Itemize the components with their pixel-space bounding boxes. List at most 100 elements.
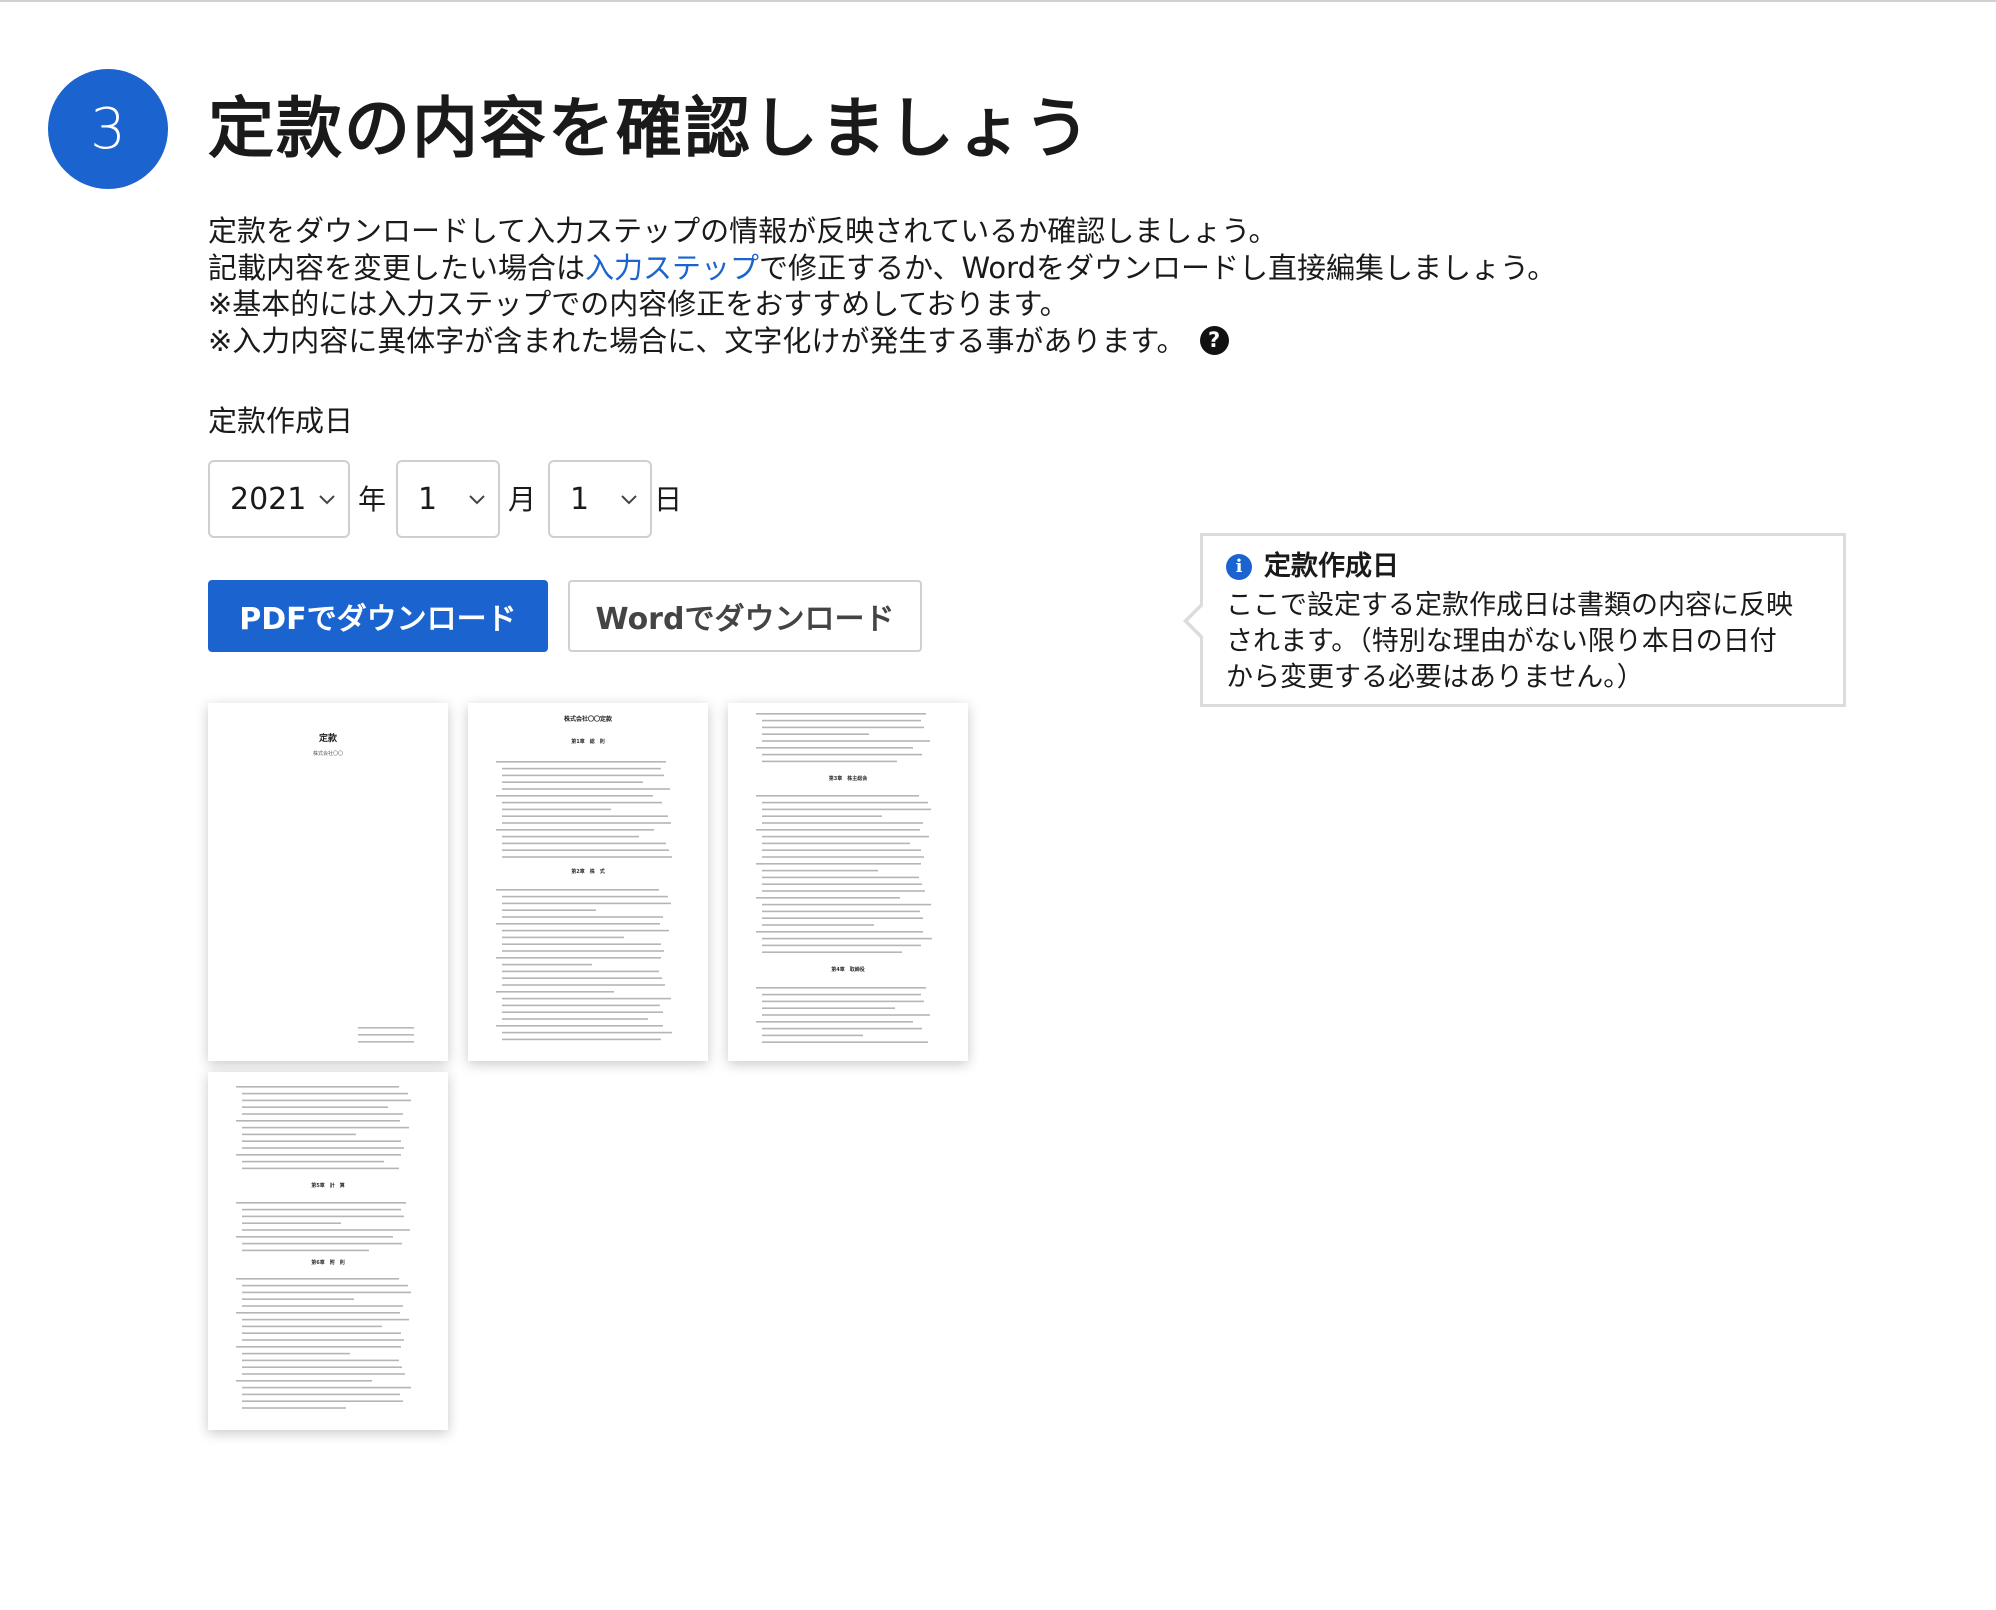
preview-text-line [756, 1021, 913, 1023]
preview-text-line [502, 1031, 672, 1034]
input-step-link[interactable]: 入力ステップ [585, 251, 759, 285]
year-select-value: 2021 [230, 481, 307, 517]
month-select-value: 1 [418, 481, 438, 517]
preview-text-line [502, 970, 659, 973]
tooltip-line: されます。（特別な理由がない限り本日の日付 [1226, 626, 1777, 657]
preview-text-line [242, 1106, 388, 1108]
preview-text-line [242, 1407, 346, 1409]
preview-text-line [242, 1284, 408, 1287]
preview-text-line [756, 931, 923, 933]
preview-text-line [242, 1359, 399, 1362]
preview-text-line [242, 1339, 404, 1341]
chevron-down-icon [319, 495, 335, 505]
preview-text-line [502, 774, 664, 777]
preview-text-line [762, 944, 921, 947]
tooltip-line: ここで設定する定款作成日は書類の内容に反映 [1226, 590, 1793, 621]
preview-text-line [242, 1208, 401, 1211]
preview-text-line [762, 903, 931, 906]
creation-date-tooltip: i 定款作成日 ここで設定する定款作成日は書類の内容に反映 されます。（特別な理… [1183, 533, 1846, 707]
chevron-down-icon [621, 495, 637, 505]
download-pdf-button[interactable]: PDFでダウンロード [208, 580, 548, 652]
preview-text-line [762, 719, 921, 722]
preview-text-line [242, 1393, 400, 1396]
preview-text-line [242, 1352, 350, 1355]
day-select[interactable]: 1 [548, 460, 652, 538]
preview-text-line [502, 815, 668, 817]
preview-text-line [502, 950, 664, 952]
preview-text-line [756, 713, 926, 715]
year-select[interactable]: 2021 [208, 460, 350, 538]
preview-text-line [502, 849, 669, 851]
preview-text-line [242, 1140, 401, 1142]
preview-text-line [242, 1133, 356, 1136]
question-circle-icon[interactable]: ? [1199, 326, 1229, 355]
preview-page-4: 第5章 計 算 第6章 附 則 [208, 1072, 448, 1430]
preview-text-line [496, 957, 661, 959]
preview-text-line [762, 993, 921, 996]
preview-text-line [762, 808, 931, 811]
preview-text-line [236, 1120, 400, 1122]
month-unit: 月 [508, 483, 537, 516]
month-select[interactable]: 1 [396, 460, 500, 538]
preview-text-line [242, 1318, 409, 1321]
preview-text-line [762, 726, 924, 729]
preview-page-2-image: 株式会社〇〇定款 第1章 総 則 第2章 株 式 [496, 715, 672, 1041]
preview-text-line [762, 842, 910, 845]
preview-text-line [502, 963, 592, 966]
description-note-garbled: ※入力内容に異体字が含まれた場合に、文字化けが発生する事があります。? [208, 323, 1556, 360]
preview-text-line [502, 808, 611, 811]
preview-chapter-heading: 第1章 総 則 [571, 738, 604, 745]
description-line-2: 記載内容を変更したい場合は入力ステップで修正するか、Wordをダウンロードし直接… [208, 250, 1556, 287]
preview-text-line [762, 951, 902, 953]
preview-text-line [762, 924, 874, 926]
download-word-button[interactable]: Wordでダウンロード [568, 580, 922, 652]
preview-text-line [242, 1167, 399, 1170]
preview-text-line [762, 890, 925, 892]
preview-text-line [762, 753, 922, 756]
preview-page-3-image: 第3章 株主総会 第4章 取締役 [756, 713, 932, 1043]
top-divider [0, 0, 1996, 2]
preview-text-line [242, 1291, 411, 1294]
preview-text-line [242, 1386, 411, 1389]
preview-text-line [502, 1011, 663, 1013]
preview-text-line [762, 801, 928, 804]
preview-text-line [242, 1160, 384, 1163]
preview-text-line [242, 1298, 354, 1300]
preview-text-line [242, 1222, 341, 1224]
preview-text-line [762, 1014, 930, 1016]
preview-page-2-title: 株式会社〇〇定款 [564, 715, 613, 723]
preview-text-line [762, 740, 930, 742]
preview-text-line [762, 1007, 895, 1009]
preview-page-3: 第3章 株主総会 第4章 取締役 [728, 703, 968, 1061]
preview-text-line [502, 916, 663, 918]
preview-text-line [242, 1373, 405, 1375]
preview-text-line [496, 1025, 663, 1027]
preview-text-line [762, 822, 923, 824]
preview-text-line [502, 1018, 648, 1020]
preview-text-line [236, 1312, 400, 1314]
description: 定款をダウンロードして入力ステップの情報が反映されているか確認しましょう。 記載… [208, 213, 1556, 359]
preview-text-line [496, 829, 654, 831]
preview-text-line [502, 856, 672, 858]
preview-page-1-title: 定款 [318, 732, 338, 744]
preview-text-line [496, 761, 666, 763]
preview-text-line [502, 767, 661, 770]
creation-date-label: 定款作成日 [208, 404, 354, 438]
preview-text-line [502, 781, 643, 783]
preview-text-line [762, 733, 869, 735]
preview-text-line [236, 1380, 372, 1382]
preview-page-1-image: 定款 株式会社〇〇 [313, 732, 414, 1043]
preview-chapter-heading: 第2章 株 式 [571, 868, 604, 875]
preview-text-line [762, 1034, 863, 1037]
preview-page-1: 定款 株式会社〇〇 [208, 703, 448, 1061]
preview-text-line [762, 1027, 922, 1030]
preview-text-line [242, 1325, 382, 1328]
tooltip-header: i 定款作成日 [1226, 548, 1821, 586]
preview-text-line [502, 1004, 660, 1007]
preview-text-line [756, 795, 919, 797]
preview-text-line [502, 929, 669, 932]
preview-text-line [496, 991, 614, 993]
description-note-recommend: ※基本的には入力ステップでの内容修正をおすすめしております。 [208, 287, 1069, 321]
preview-text-line [762, 937, 932, 940]
preview-text-line [762, 917, 923, 919]
